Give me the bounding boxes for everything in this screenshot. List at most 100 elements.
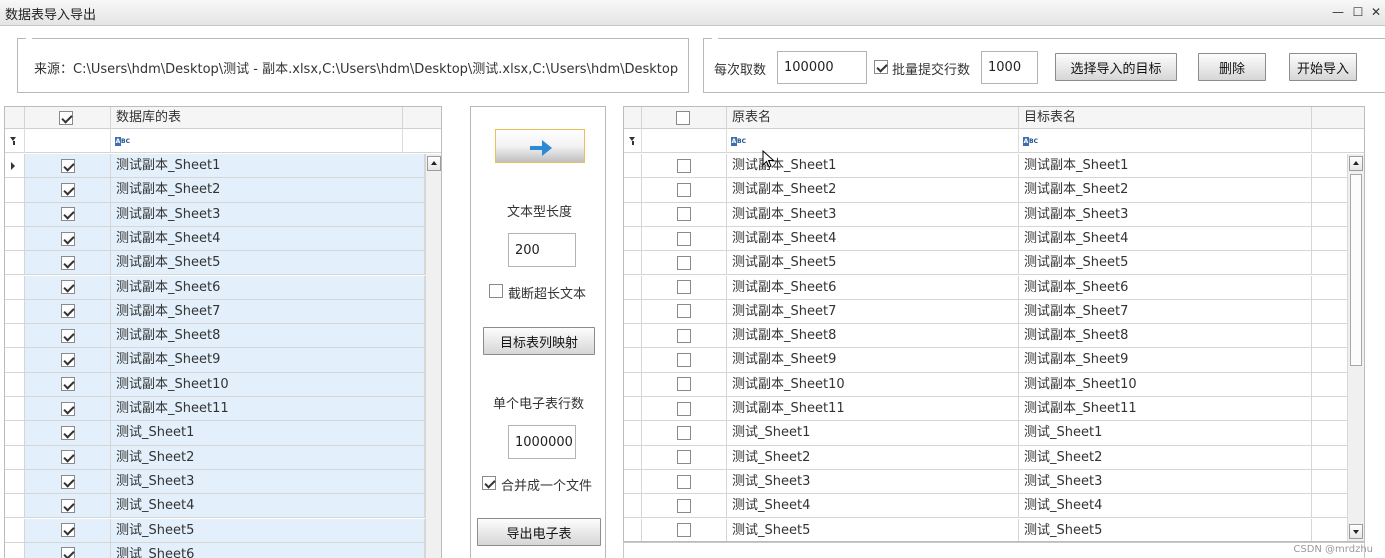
row-checkbox[interactable] xyxy=(60,377,75,392)
row-checkbox[interactable] xyxy=(677,450,691,465)
table-row[interactable]: 测试副本_Sheet10 xyxy=(5,372,425,397)
scroll-down-button[interactable] xyxy=(1349,524,1363,539)
row-checkbox[interactable] xyxy=(677,353,691,368)
row-checkbox[interactable] xyxy=(60,474,75,489)
scroll-thumb[interactable] xyxy=(1350,174,1362,366)
row-checkbox[interactable] xyxy=(677,255,691,270)
row-indicator-cell[interactable] xyxy=(624,324,642,349)
row-checkbox[interactable] xyxy=(60,328,75,343)
right-header-source[interactable]: 原表名 xyxy=(727,107,1019,129)
target-name-cell[interactable]: 测试副本_Sheet11 xyxy=(1019,397,1312,422)
scroll-up-button[interactable] xyxy=(427,156,441,171)
row-indicator-cell[interactable] xyxy=(5,348,25,373)
table-name-cell[interactable]: 测试_Sheet5 xyxy=(111,518,425,543)
target-name-cell[interactable]: 测试副本_Sheet7 xyxy=(1019,299,1312,325)
table-row[interactable]: 测试副本_Sheet9 xyxy=(5,348,425,373)
right-header-target[interactable]: 目标表名 xyxy=(1019,107,1312,129)
select-target-button[interactable]: 选择导入的目标 xyxy=(1055,53,1177,81)
delete-button[interactable]: 删除 xyxy=(1198,53,1266,81)
table-name-cell[interactable]: 测试副本_Sheet5 xyxy=(111,251,425,276)
row-indicator-cell[interactable] xyxy=(624,518,642,541)
row-indicator-cell[interactable] xyxy=(5,372,25,397)
target-name-cell[interactable]: 测试_Sheet3 xyxy=(1019,469,1312,495)
row-checkbox-cell[interactable] xyxy=(25,251,111,276)
row-indicator-cell[interactable] xyxy=(624,469,642,495)
row-indicator-cell[interactable] xyxy=(624,348,642,373)
row-checkbox-cell[interactable] xyxy=(642,348,727,373)
source-name-cell[interactable]: 测试副本_Sheet10 xyxy=(727,372,1019,397)
row-indicator-cell[interactable] xyxy=(624,494,642,519)
target-name-cell[interactable]: 测试_Sheet2 xyxy=(1019,445,1312,470)
source-name-cell[interactable]: 测试副本_Sheet11 xyxy=(727,397,1019,422)
row-checkbox[interactable] xyxy=(60,255,75,270)
row-checkbox-cell[interactable] xyxy=(642,226,727,252)
table-name-cell[interactable]: 测试副本_Sheet9 xyxy=(111,348,425,373)
row-checkbox[interactable] xyxy=(677,425,691,440)
row-indicator-cell[interactable] xyxy=(5,178,25,203)
row-indicator-cell[interactable] xyxy=(624,178,642,203)
batch-checkbox[interactable] xyxy=(874,60,888,74)
table-name-cell[interactable]: 测试副本_Sheet10 xyxy=(111,372,425,397)
table-row[interactable]: 测试副本_Sheet8 xyxy=(5,324,425,349)
target-name-cell[interactable]: 测试副本_Sheet6 xyxy=(1019,275,1312,300)
filter-icon[interactable] xyxy=(10,137,17,145)
row-checkbox-cell[interactable] xyxy=(642,275,727,300)
left-vertical-scrollbar[interactable] xyxy=(425,154,441,558)
table-row[interactable]: 测试_Sheet2 xyxy=(5,445,425,470)
restore-button[interactable]: ☐ xyxy=(1349,3,1367,21)
target-name-cell[interactable]: 测试_Sheet1 xyxy=(1019,421,1312,446)
source-name-cell[interactable]: 测试_Sheet2 xyxy=(727,445,1019,470)
row-indicator-cell[interactable] xyxy=(5,542,25,558)
row-checkbox-cell[interactable] xyxy=(642,251,727,276)
target-name-cell[interactable]: 测试_Sheet5 xyxy=(1019,518,1312,541)
table-row[interactable]: 测试_Sheet3 xyxy=(5,469,425,495)
table-row[interactable]: 测试副本_Sheet7 测试副本_Sheet7 xyxy=(624,299,1348,325)
right-filter-target[interactable]: ABC xyxy=(1019,129,1312,153)
right-vertical-scrollbar[interactable] xyxy=(1347,154,1364,541)
table-row[interactable]: 测试副本_Sheet10 测试副本_Sheet10 xyxy=(624,372,1348,397)
table-name-cell[interactable]: 测试_Sheet2 xyxy=(111,445,425,470)
row-checkbox-cell[interactable] xyxy=(642,324,727,349)
row-checkbox[interactable] xyxy=(677,158,691,173)
row-checkbox[interactable] xyxy=(677,280,691,295)
target-name-cell[interactable]: 测试副本_Sheet2 xyxy=(1019,178,1312,203)
row-checkbox[interactable] xyxy=(60,182,75,197)
row-checkbox[interactable] xyxy=(677,498,691,513)
table-row[interactable]: 测试副本_Sheet4 测试副本_Sheet4 xyxy=(624,226,1348,252)
table-row[interactable]: 测试副本_Sheet5 xyxy=(5,251,425,276)
source-name-cell[interactable]: 测试_Sheet4 xyxy=(727,494,1019,519)
table-name-cell[interactable]: 测试副本_Sheet2 xyxy=(111,178,425,203)
row-indicator-cell[interactable] xyxy=(5,421,25,446)
row-checkbox-cell[interactable] xyxy=(642,518,727,541)
merge-checkbox[interactable] xyxy=(482,476,496,490)
row-checkbox-cell[interactable] xyxy=(25,226,111,252)
source-name-cell[interactable]: 测试副本_Sheet9 xyxy=(727,348,1019,373)
row-indicator-cell[interactable] xyxy=(5,202,25,227)
table-row[interactable]: 测试_Sheet2 测试_Sheet2 xyxy=(624,445,1348,470)
row-checkbox-cell[interactable] xyxy=(642,372,727,397)
row-indicator-cell[interactable] xyxy=(5,445,25,470)
table-row[interactable]: 测试副本_Sheet4 xyxy=(5,226,425,252)
table-row[interactable]: 测试副本_Sheet1 xyxy=(5,154,425,179)
row-checkbox[interactable] xyxy=(677,377,691,392)
table-row[interactable]: 测试_Sheet6 xyxy=(5,542,425,558)
row-checkbox-cell[interactable] xyxy=(25,178,111,203)
row-checkbox[interactable] xyxy=(60,304,75,319)
table-name-cell[interactable]: 测试副本_Sheet7 xyxy=(111,299,425,325)
right-select-all-checkbox[interactable] xyxy=(676,111,690,125)
source-name-cell[interactable]: 测试副本_Sheet6 xyxy=(727,275,1019,300)
row-checkbox[interactable] xyxy=(60,547,75,558)
row-indicator-cell[interactable] xyxy=(5,154,25,179)
row-checkbox[interactable] xyxy=(60,280,75,295)
source-name-cell[interactable]: 测试副本_Sheet5 xyxy=(727,251,1019,276)
row-checkbox-cell[interactable] xyxy=(25,421,111,446)
row-checkbox[interactable] xyxy=(677,401,691,416)
row-indicator-cell[interactable] xyxy=(624,445,642,470)
table-row[interactable]: 测试副本_Sheet11 测试副本_Sheet11 xyxy=(624,397,1348,422)
filter-icon[interactable] xyxy=(629,137,636,145)
row-checkbox[interactable] xyxy=(60,158,75,173)
scroll-up-button[interactable] xyxy=(1349,156,1363,171)
row-checkbox[interactable] xyxy=(60,450,75,465)
row-checkbox[interactable] xyxy=(677,207,691,222)
table-row[interactable]: 测试副本_Sheet6 测试副本_Sheet6 xyxy=(624,275,1348,300)
